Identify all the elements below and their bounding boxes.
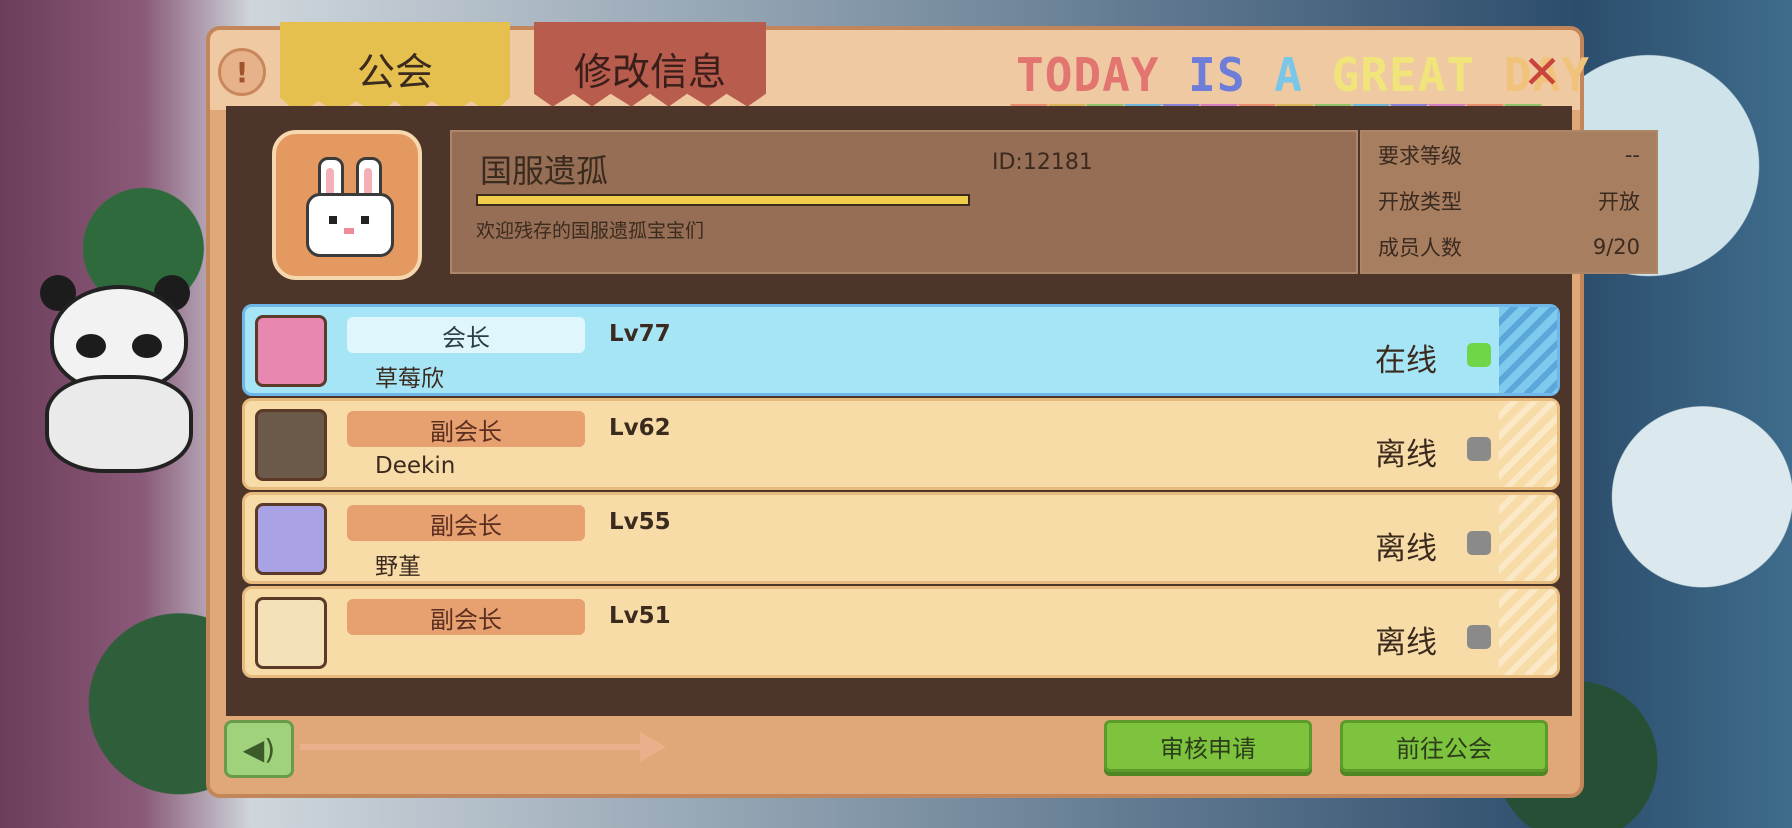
member-row[interactable]: 副会长 Deekin Lv62 离线 [242,398,1560,490]
row-decoration [1499,401,1557,487]
arrow-decoration [300,744,650,750]
member-avatar [255,409,327,481]
guild-progress-bar [476,194,970,206]
member-avatar [255,503,327,575]
row-decoration [1499,307,1557,393]
member-level: Lv55 [609,509,671,535]
stat-member-count: 成员人数 9/20 [1378,232,1640,262]
banner-word: TODAY [1016,48,1189,102]
member-level: Lv77 [609,321,671,347]
stat-label: 开放类型 [1378,190,1462,214]
status-dot-icon [1467,625,1491,649]
info-icon[interactable]: ! [218,48,266,96]
row-decoration [1499,495,1557,581]
review-button-label: 审核申请 [1160,734,1256,763]
stat-required-level: 要求等级 -- [1378,140,1640,170]
arrow-head-decoration [640,732,666,762]
close-icon[interactable]: ✕ [1518,45,1566,99]
member-list[interactable]: 会长 草莓欣 Lv77 在线 副会长 Deekin Lv62 离线 副会长 野堇… [242,304,1560,722]
member-row[interactable]: 副会长 野堇 Lv55 离线 [242,492,1560,584]
member-status: 离线 [1375,625,1437,661]
banner-word: GREAT [1331,48,1504,102]
guild-avatar [272,130,422,280]
status-dot-icon [1467,437,1491,461]
stat-label: 成员人数 [1378,236,1462,260]
member-role-badge: 会长 [347,317,585,353]
member-role-badge: 副会长 [347,599,585,635]
banner-word: A [1274,48,1332,102]
guild-name: 国服遗孤 [480,152,609,190]
member-role-badge: 副会长 [347,411,585,447]
member-level: Lv51 [609,603,671,629]
banner-text: TODAY IS A GREAT DAY [1016,48,1590,102]
member-status: 在线 [1375,343,1437,379]
panda-decoration [40,275,193,473]
member-role-badge: 副会长 [347,505,585,541]
stat-open-type: 开放类型 开放 [1378,186,1640,216]
member-row[interactable]: 副会长 Lv51 离线 [242,586,1560,678]
guild-description: 欢迎残存的国服遗孤宝宝们 [476,220,705,242]
member-name: 野堇 [375,554,421,580]
goto-button-label: 前往公会 [1396,734,1492,763]
member-name: Deekin [375,453,456,479]
guild-info-card: 国服遗孤 ID:12181 欢迎残存的国服遗孤宝宝们 [450,130,1358,274]
review-applications-button[interactable]: 审核申请 [1104,720,1312,772]
member-name: 草莓欣 [375,366,444,392]
member-row[interactable]: 会长 草莓欣 Lv77 在线 [242,304,1560,396]
stat-value: 9/20 [1592,235,1640,259]
tab-guild[interactable]: 公会 [280,22,510,114]
member-status: 离线 [1375,437,1437,473]
speaker-icon[interactable]: ◀) [224,720,294,778]
status-dot-icon [1467,343,1491,367]
guild-stats: 要求等级 -- 开放类型 开放 成员人数 9/20 [1360,130,1658,274]
rabbit-icon [302,157,394,257]
member-level: Lv62 [609,415,671,441]
row-decoration [1499,589,1557,675]
banner-word: IS [1188,48,1275,102]
guild-dialog: ! 公会 修改信息 TODAY IS A GREAT DAY ✕ 国服遗孤 ID… [206,22,1658,798]
status-dot-icon [1467,531,1491,555]
member-avatar [255,315,327,387]
member-avatar [255,597,327,669]
stat-label: 要求等级 [1378,144,1462,168]
stat-value: -- [1624,143,1640,167]
stat-value: 开放 [1598,190,1640,214]
guild-id: ID:12181 [992,150,1093,175]
tab-edit-info-label: 修改信息 [573,49,726,94]
member-status: 离线 [1375,531,1437,567]
tab-guild-label: 公会 [356,49,433,94]
go-to-guild-button[interactable]: 前往公会 [1340,720,1548,772]
